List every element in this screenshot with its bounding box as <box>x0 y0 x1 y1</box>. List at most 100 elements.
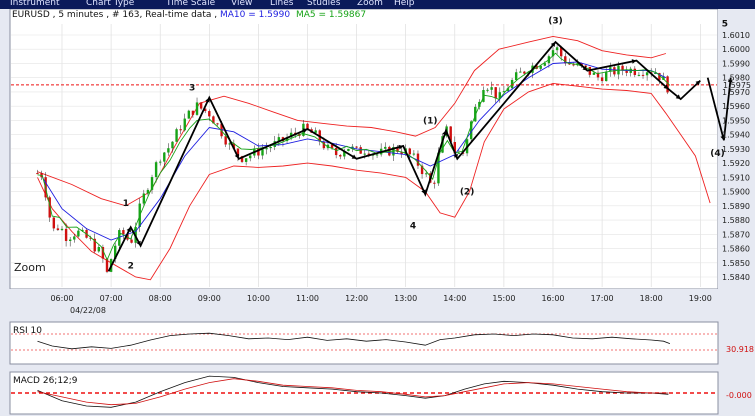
candle-bear <box>179 129 182 131</box>
candle-bull <box>424 173 428 175</box>
price-tick-label: 1.5920 <box>722 159 750 168</box>
rsi-level-label: 30.918 <box>726 345 754 354</box>
candle-bull <box>375 154 379 156</box>
candle-bull <box>604 71 608 82</box>
candle-bull <box>261 149 264 156</box>
candle-bull <box>167 148 170 153</box>
candle-bear <box>641 74 645 76</box>
candle-bull <box>486 89 489 91</box>
candle-bull <box>637 74 641 76</box>
wave-label: 5 <box>722 19 728 29</box>
price-tick-label: 1.5850 <box>722 259 750 268</box>
time-tick-label: 07:00 <box>100 294 123 303</box>
candle-bull <box>154 162 158 178</box>
price-tick-label: 1.5930 <box>722 145 750 154</box>
candle-bull <box>269 146 272 149</box>
price-tick-label: 1.5910 <box>722 173 750 182</box>
ma5-label: MA5 = 1.59867 <box>296 10 366 20</box>
candle-bull <box>265 148 268 150</box>
time-tick-label: 14:00 <box>443 294 466 303</box>
candle-bear <box>633 68 637 76</box>
candle-bull <box>244 158 248 162</box>
price-tick-label: 1.5940 <box>722 131 750 140</box>
candle-bear <box>191 110 195 115</box>
candle-bear <box>339 155 342 157</box>
candle-bull <box>171 141 174 149</box>
candle-bull <box>60 228 64 231</box>
candle-bear <box>494 87 497 99</box>
price-tick-label: 1.5990 <box>722 59 750 68</box>
candle-bear <box>208 111 211 117</box>
wave-label: (3) <box>548 17 563 27</box>
candle-bear <box>130 239 133 243</box>
menu-item-chart-type[interactable]: Chart Type <box>86 0 134 9</box>
candle-bull <box>645 72 649 76</box>
wave-label: 3 <box>189 84 195 94</box>
candle-bull <box>514 72 518 81</box>
candle-bull <box>490 87 493 90</box>
price-tick-label: 1.5950 <box>722 116 750 125</box>
menu-item-help[interactable]: Help <box>394 0 415 9</box>
candle-bear <box>36 173 39 175</box>
menu-item-lines[interactable]: Lines <box>270 0 293 9</box>
candle-bull <box>412 153 416 155</box>
time-tick-label: 11:00 <box>296 294 319 303</box>
current-price-label: 1.5975 <box>723 81 751 90</box>
candle-bear <box>523 71 526 74</box>
date-label: 04/22/08 <box>70 306 106 315</box>
candle-bear <box>216 123 219 125</box>
candle-bear <box>355 146 358 148</box>
menu-item-time-scale[interactable]: Time Scale <box>166 0 215 9</box>
header-prefix: EURUSD , 5 minutes , # 163, Real-time da… <box>12 10 220 20</box>
candle-bull <box>97 247 101 252</box>
candle-bull <box>347 148 350 152</box>
time-tick-label: 08:00 <box>149 294 172 303</box>
time-tick-label: 19:00 <box>689 294 712 303</box>
wave-label: (1) <box>423 116 438 126</box>
candle-bear <box>600 77 604 82</box>
candle-bull <box>146 189 150 194</box>
wave-label: 4 <box>410 222 416 232</box>
time-tick-label: 17:00 <box>591 294 614 303</box>
candle-bear <box>52 217 56 229</box>
candle-bear <box>122 230 125 235</box>
time-tick-label: 10:00 <box>247 294 270 303</box>
candle-bull <box>592 72 596 75</box>
candle-bull <box>163 152 166 162</box>
candle-bull <box>519 71 522 73</box>
candle-bull <box>77 230 80 237</box>
macd-label: MACD 26;12;9 <box>13 376 78 386</box>
candle-bull <box>384 146 387 149</box>
candle-bull <box>555 47 559 51</box>
candle-bull <box>73 236 76 240</box>
candle-bull <box>457 152 461 154</box>
menu-item-studies[interactable]: Studies <box>307 0 340 9</box>
time-tick-label: 12:00 <box>345 294 368 303</box>
candle-bear <box>64 228 68 241</box>
price-tick-label: 1.5880 <box>722 216 750 225</box>
price-tick-label: 1.5840 <box>722 273 750 282</box>
price-tick-label: 1.5870 <box>722 230 750 239</box>
price-tick-label: 1.5890 <box>722 202 750 211</box>
price-tick-label: 1.5900 <box>722 188 750 197</box>
menu-item-zoom[interactable]: Zoom <box>357 0 383 9</box>
candle-bull <box>363 153 366 155</box>
candle-bear <box>334 147 338 156</box>
ma10-label: MA10 = 1.5990 <box>220 10 290 20</box>
rsi-panel[interactable] <box>9 321 719 365</box>
zoom-label[interactable]: Zoom <box>14 261 46 274</box>
price-tick-label: 1.6010 <box>722 31 750 40</box>
wave-label: (2) <box>460 187 475 197</box>
time-tick-label: 13:00 <box>394 294 417 303</box>
candle-bear <box>224 136 227 145</box>
time-tick-label: 09:00 <box>198 294 221 303</box>
menu-item-instrument[interactable]: Instrument <box>10 0 60 9</box>
menu-bar: Instrument Chart Type Time Scale View Li… <box>0 0 755 9</box>
macd-level-label: -0.000 <box>726 391 752 400</box>
price-chart[interactable]: (3) 53(1)(4)1(2)42 1.60101.60001.59901.59… <box>0 9 755 416</box>
price-tick-label: 1.5960 <box>722 102 750 111</box>
menu-item-view[interactable]: View <box>231 0 252 9</box>
chart-header: EURUSD , 5 minutes , # 163, Real-time da… <box>12 10 366 20</box>
rsi-label: RSI 10 <box>13 326 42 336</box>
wave-label: 2 <box>128 261 134 271</box>
